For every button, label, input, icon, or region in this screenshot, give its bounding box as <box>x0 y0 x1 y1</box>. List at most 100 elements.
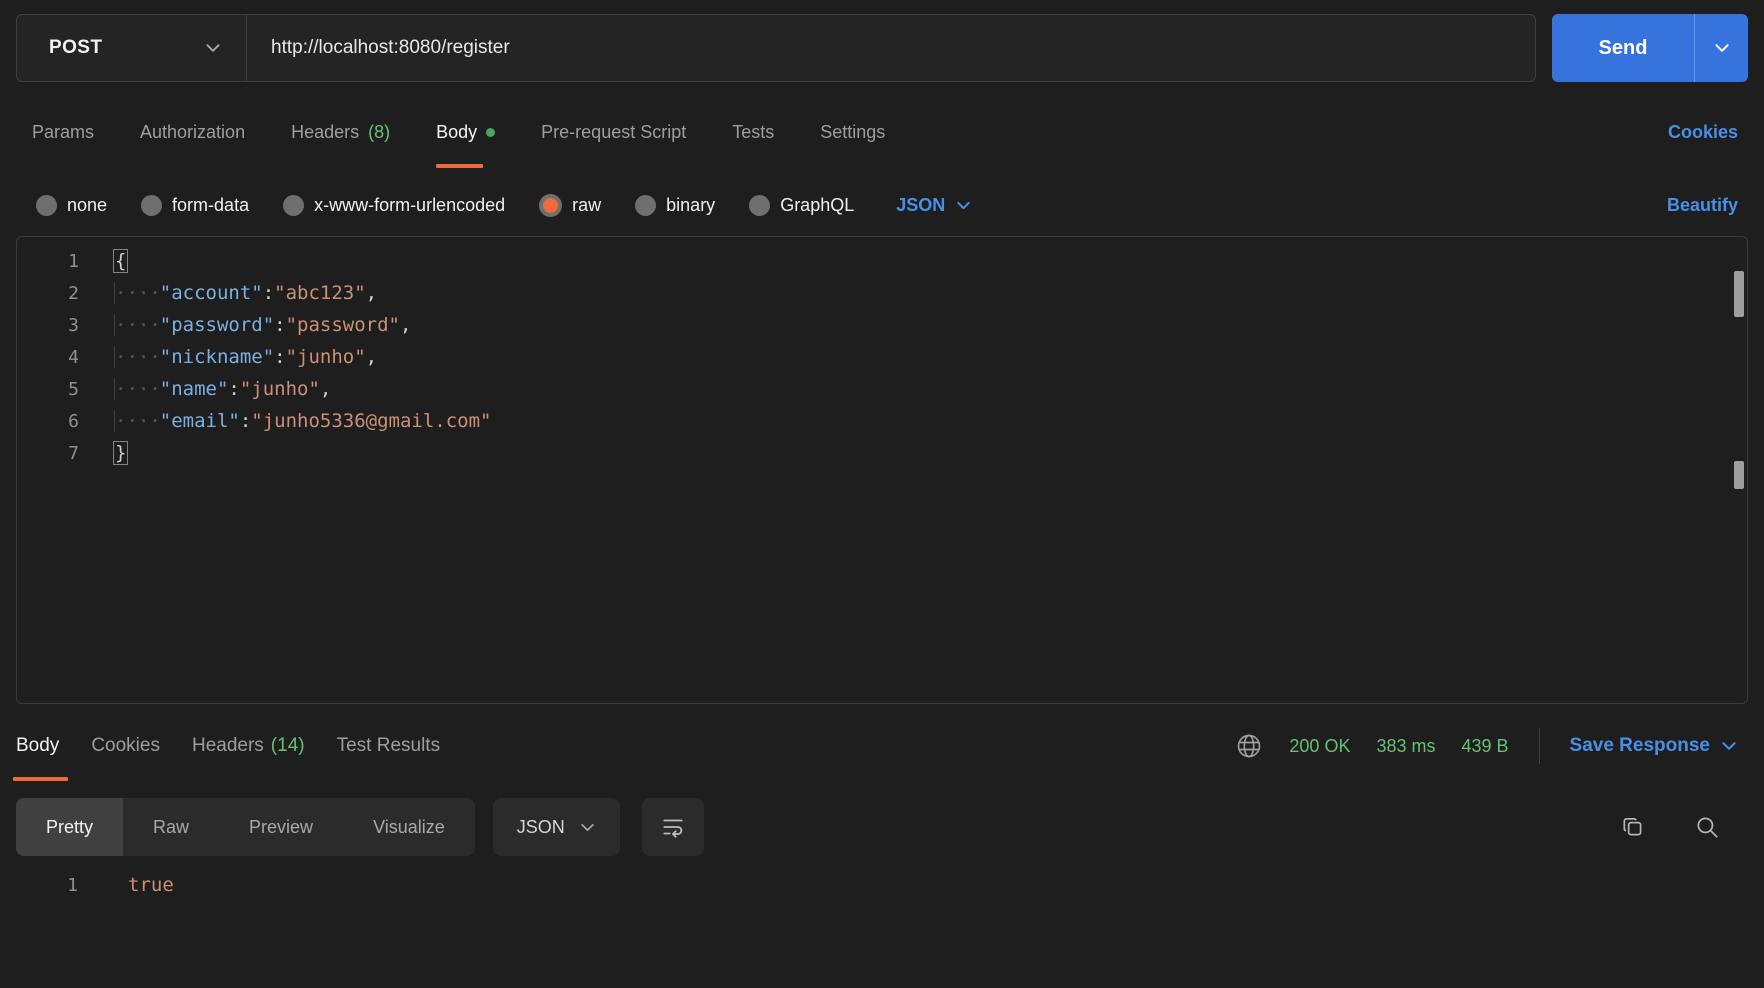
headers-count: (14) <box>271 735 305 757</box>
radio-form-data[interactable]: form-data <box>141 195 249 216</box>
response-body-viewer[interactable]: 1 true <box>16 868 1748 902</box>
chevron-down-icon <box>1720 737 1738 755</box>
radio-icon <box>635 195 656 216</box>
colon: : <box>228 378 239 400</box>
radio-graphql[interactable]: GraphQL <box>749 195 854 216</box>
chevron-down-icon <box>955 197 972 214</box>
tab-label: Pre-request Script <box>541 122 686 143</box>
code-line: 5 "name":"junho", <box>17 373 1747 405</box>
save-response-button[interactable]: Save Response <box>1570 735 1738 757</box>
tab-params[interactable]: Params <box>32 96 94 168</box>
language-label: JSON <box>896 195 945 216</box>
code-line: 4 "nickname":"junho", <box>17 341 1747 373</box>
chevron-down-icon <box>1713 39 1731 57</box>
tab-label: Settings <box>820 122 885 143</box>
method-label: POST <box>49 37 102 59</box>
line-number: 3 <box>17 315 79 336</box>
response-tab-test-results[interactable]: Test Results <box>337 704 440 788</box>
tab-label: Body <box>436 122 477 143</box>
colon: : <box>263 282 274 304</box>
url-input[interactable]: http://localhost:8080/register <box>247 37 1535 59</box>
radio-binary[interactable]: binary <box>635 195 715 216</box>
radio-none[interactable]: none <box>36 195 107 216</box>
response-tabs: Body Cookies Headers(14) Test Results <box>16 704 440 788</box>
tab-label: Tests <box>732 122 774 143</box>
chevron-down-icon <box>204 39 222 57</box>
colon: : <box>240 410 251 432</box>
language-label: JSON <box>517 817 565 838</box>
tab-label: Headers <box>291 122 359 143</box>
send-button[interactable]: Send <box>1552 14 1694 82</box>
indent-whitespace <box>114 282 160 304</box>
response-action-icons <box>1620 814 1748 840</box>
response-line: 1 true <box>16 868 1748 902</box>
tab-label: Body <box>16 735 59 757</box>
line-number: 1 <box>17 251 79 272</box>
response-tab-body[interactable]: Body <box>16 704 59 788</box>
indent-whitespace <box>114 346 160 368</box>
json-key: "email" <box>160 410 240 432</box>
json-value: "abc123" <box>274 282 366 304</box>
line-number: 7 <box>17 443 79 464</box>
tab-body[interactable]: Body <box>436 96 495 168</box>
open-brace: { <box>114 250 127 272</box>
editor-scrollbar-marker[interactable] <box>1734 461 1744 489</box>
response-tab-headers[interactable]: Headers(14) <box>192 704 305 788</box>
request-body-editor[interactable]: 1 { 2 "account":"abc123", 3 "password":"… <box>16 236 1748 704</box>
json-key: "name" <box>160 378 229 400</box>
cookies-link[interactable]: Cookies <box>1668 122 1738 143</box>
radio-label: x-www-form-urlencoded <box>314 195 505 216</box>
search-icon[interactable] <box>1694 814 1720 840</box>
request-tabs-bar: Params Authorization Headers (8) Body Pre… <box>0 96 1764 168</box>
response-tab-cookies[interactable]: Cookies <box>91 704 160 788</box>
view-tab-raw[interactable]: Raw <box>123 798 219 856</box>
response-status-group: 200 OK 383 ms 439 B Save Response <box>1235 728 1738 764</box>
chevron-down-icon <box>579 819 596 836</box>
line-number: 1 <box>16 875 78 896</box>
view-tab-preview[interactable]: Preview <box>219 798 343 856</box>
beautify-link[interactable]: Beautify <box>1667 195 1738 216</box>
tab-headers[interactable]: Headers (8) <box>291 96 390 168</box>
radio-x-www-form-urlencoded[interactable]: x-www-form-urlencoded <box>283 195 505 216</box>
indent-whitespace <box>114 314 160 336</box>
body-type-bar: none form-data x-www-form-urlencoded raw… <box>0 177 1764 233</box>
radio-icon <box>141 195 162 216</box>
indent-whitespace <box>114 378 160 400</box>
radio-icon <box>749 195 770 216</box>
request-url-bar: POST http://localhost:8080/register <box>16 14 1536 82</box>
colon: : <box>274 346 285 368</box>
code-line: 7 } <box>17 437 1747 469</box>
radio-label: binary <box>666 195 715 216</box>
tab-tests[interactable]: Tests <box>732 96 774 168</box>
view-tab-visualize[interactable]: Visualize <box>343 798 475 856</box>
response-value: true <box>128 874 174 896</box>
radio-selected-icon <box>539 194 562 217</box>
radio-label: GraphQL <box>780 195 854 216</box>
radio-raw[interactable]: raw <box>539 194 601 217</box>
send-options-button[interactable] <box>1694 14 1748 82</box>
method-select[interactable]: POST <box>17 15 247 81</box>
line-number: 2 <box>17 283 79 304</box>
response-language-select[interactable]: JSON <box>493 798 620 856</box>
copy-icon[interactable] <box>1620 814 1646 840</box>
wrap-text-button[interactable] <box>642 798 704 856</box>
radio-icon <box>283 195 304 216</box>
editor-scrollbar-thumb[interactable] <box>1734 271 1744 317</box>
tab-pre-request-script[interactable]: Pre-request Script <box>541 96 686 168</box>
comma: , <box>366 346 377 368</box>
tab-label: Test Results <box>337 735 440 757</box>
send-split-button: Send <box>1552 14 1748 82</box>
network-globe-icon <box>1235 732 1263 760</box>
tab-label: Params <box>32 122 94 143</box>
line-number: 6 <box>17 411 79 432</box>
view-tab-pretty[interactable]: Pretty <box>16 798 123 856</box>
status-code: 200 OK <box>1289 736 1350 757</box>
tab-settings[interactable]: Settings <box>820 96 885 168</box>
line-number: 4 <box>17 347 79 368</box>
headers-count: (8) <box>368 122 390 143</box>
tab-label: Authorization <box>140 122 245 143</box>
code-line: 1 { <box>17 245 1747 277</box>
tab-authorization[interactable]: Authorization <box>140 96 245 168</box>
radio-label: form-data <box>172 195 249 216</box>
language-select[interactable]: JSON <box>896 195 972 216</box>
